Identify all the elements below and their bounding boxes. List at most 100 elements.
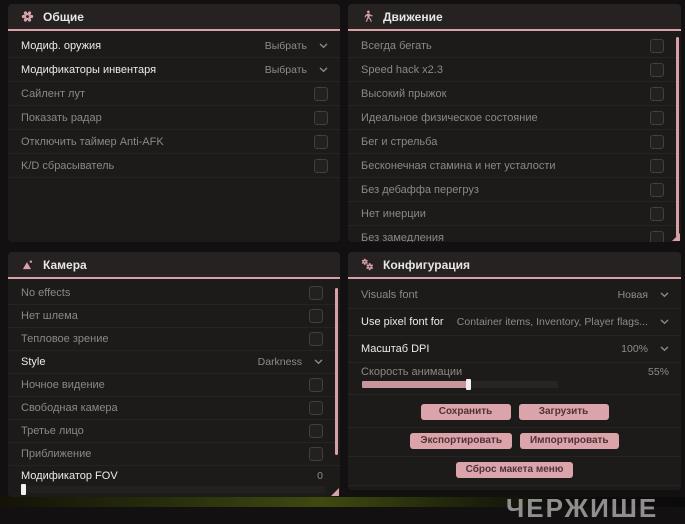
silent-loot-checkbox[interactable]: [314, 86, 328, 101]
row-no-slowdown: Без замедления: [348, 226, 681, 242]
row-inventory-mods: Модификаторы инвентаря Выбрать: [8, 58, 340, 82]
zoom-checkbox[interactable]: [309, 447, 323, 461]
show-radar-label: Показать радар: [21, 111, 102, 124]
speed-hack-checkbox[interactable]: [650, 62, 664, 77]
no-slowdown-checkbox[interactable]: [650, 230, 664, 242]
inventory-mods-dropdown[interactable]: Выбрать: [265, 64, 328, 76]
panel-camera: Камера No effects Нет шлема Тепловое зрени…: [8, 252, 340, 497]
speed-hack-label: Speed hack x2.3: [361, 63, 443, 76]
scrollbar[interactable]: [676, 37, 679, 237]
third-person-label: Третье лицо: [21, 425, 84, 437]
row-zoom: Приближение: [8, 443, 340, 466]
row-perfect-physical-condition: Идеальное физическое состояние: [348, 106, 681, 130]
gears-icon: [361, 258, 374, 271]
high-jump-label: Высокий прыжок: [361, 87, 447, 100]
use-pixel-font-for-dropdown[interactable]: Container items, Inventory, Player flags…: [457, 316, 669, 328]
no-slowdown-label: Без замедления: [361, 231, 444, 243]
weapon-mod-dropdown[interactable]: Выбрать: [265, 40, 328, 52]
export-button[interactable]: Экспортировать: [410, 433, 512, 449]
night-vision-checkbox[interactable]: [309, 378, 323, 392]
no-inertia-label: Нет инерции: [361, 207, 426, 220]
row-kd-resetter: K/D сбрасыватель: [8, 154, 340, 178]
no-helmet-label: Нет шлема: [21, 310, 78, 322]
panel-header[interactable]: Камера: [8, 252, 340, 279]
run-and-shoot-checkbox[interactable]: [650, 134, 664, 149]
slider-handle[interactable]: [465, 379, 471, 390]
fov-modifier-slider[interactable]: [21, 484, 325, 495]
resize-grip[interactable]: [331, 488, 339, 496]
no-helmet-checkbox[interactable]: [309, 309, 323, 323]
panel-header[interactable]: Движение: [348, 4, 681, 31]
high-jump-checkbox[interactable]: [650, 86, 664, 101]
thermal-vision-checkbox[interactable]: [309, 332, 323, 346]
scrollbar[interactable]: [335, 288, 338, 455]
resize-grip[interactable]: [672, 233, 680, 241]
no-overload-debuff-label: Без дебаффа перегруз: [361, 183, 479, 196]
animation-speed-slider[interactable]: [362, 379, 558, 390]
row-use-pixel-font-for: Use pixel font for Container items, Inven…: [348, 309, 681, 336]
no-overload-debuff-checkbox[interactable]: [650, 182, 664, 197]
row-animation-speed: Скорость анимации 55%: [348, 363, 681, 381]
row-speed-hack: Speed hack x2.3: [348, 58, 681, 82]
panel-title: Общие: [43, 9, 84, 24]
disable-anti-afk-timer-checkbox[interactable]: [314, 134, 328, 149]
silent-loot-label: Сайлент лут: [21, 87, 85, 100]
row-free-camera: Свободная камера: [8, 397, 340, 420]
button-row: Сохранить Загрузить: [348, 399, 681, 428]
slider-handle[interactable]: [21, 484, 26, 495]
panel-header[interactable]: Конфигурация: [348, 252, 681, 279]
panel-body: Модиф. оружия Выбрать Модификаторы инвента…: [8, 31, 340, 178]
row-infinite-stamina: Бесконечная стамина и нет усталости: [348, 154, 681, 178]
panel-header[interactable]: Общие: [8, 4, 340, 31]
run-and-shoot-label: Бег и стрельба: [361, 135, 438, 148]
reset-menu-layout-button[interactable]: Сброс макета меню: [455, 462, 574, 478]
weapon-mod-label: Модиф. оружия: [21, 39, 102, 52]
slider-fill: [362, 381, 470, 388]
slider-block-fov-modifier: Модификатор FOV 0: [8, 466, 340, 495]
import-button[interactable]: Импортировать: [519, 433, 619, 449]
style-dropdown[interactable]: Darkness: [258, 356, 323, 368]
infinite-stamina-checkbox[interactable]: [650, 158, 664, 173]
row-run-and-shoot: Бег и стрельба: [348, 130, 681, 154]
row-visuals-font: Visuals font Новая: [348, 282, 681, 309]
third-person-checkbox[interactable]: [309, 424, 323, 438]
load-button[interactable]: Загрузить: [518, 404, 609, 420]
visuals-font-dropdown-value: Новая: [617, 289, 648, 301]
dpi-scale-label: Масштаб DPI: [361, 343, 430, 355]
button-row: Сброс макета меню: [348, 457, 681, 486]
row-disable-anti-afk-timer: Отключить таймер Anti-AFK: [8, 130, 340, 154]
animation-speed-value: 55%: [647, 366, 669, 378]
kd-resetter-checkbox[interactable]: [314, 158, 328, 173]
dpi-scale-dropdown-value: 100%: [621, 343, 648, 355]
no-effects-checkbox[interactable]: [309, 286, 323, 300]
always-run-label: Всегда бегать: [361, 39, 432, 52]
weapon-mod-dropdown-value: Выбрать: [264, 39, 307, 52]
panel-body: Visuals font Новая Use pixel font for Conta…: [348, 279, 681, 486]
visuals-font-dropdown[interactable]: Новая: [618, 289, 669, 301]
show-radar-checkbox[interactable]: [314, 110, 328, 125]
no-effects-label: No effects: [21, 287, 71, 299]
watermark-text: ЧЕРЖИШЕ: [506, 493, 659, 523]
row-no-overload-debuff: Без дебаффа перегруз: [348, 178, 681, 202]
dpi-scale-dropdown[interactable]: 100%: [621, 343, 669, 355]
chevron-down-icon: [660, 345, 669, 353]
chevron-down-icon: [660, 318, 669, 326]
fov-modifier-value: 0: [317, 470, 323, 482]
row-show-radar: Показать радар: [8, 106, 340, 130]
free-camera-checkbox[interactable]: [309, 401, 323, 415]
row-fov-modifier: Модификатор FOV 0: [8, 466, 340, 486]
config-buttons: Сохранить Загрузить Экспортировать Импортир…: [348, 395, 681, 486]
perfect-physical-condition-checkbox[interactable]: [650, 110, 664, 125]
row-silent-loot: Сайлент лут: [8, 82, 340, 106]
use-pixel-font-for-label: Use pixel font for: [361, 316, 444, 328]
row-always-run: Всегда бегать: [348, 34, 681, 58]
panel-movement: Движение Всегда бегать Speed hack x2.3 Выс…: [348, 4, 681, 242]
row-third-person: Третье лицо: [8, 420, 340, 443]
always-run-checkbox[interactable]: [650, 38, 664, 53]
slider-block-animation-speed: Скорость анимации 55%: [348, 363, 681, 395]
no-inertia-checkbox[interactable]: [650, 206, 664, 221]
gear-icon: [21, 10, 34, 23]
style-dropdown-value: Darkness: [257, 356, 302, 368]
panel-general: Общие Модиф. оружия Выбрать Модификаторы и…: [8, 4, 340, 242]
save-button[interactable]: Сохранить: [420, 404, 511, 420]
